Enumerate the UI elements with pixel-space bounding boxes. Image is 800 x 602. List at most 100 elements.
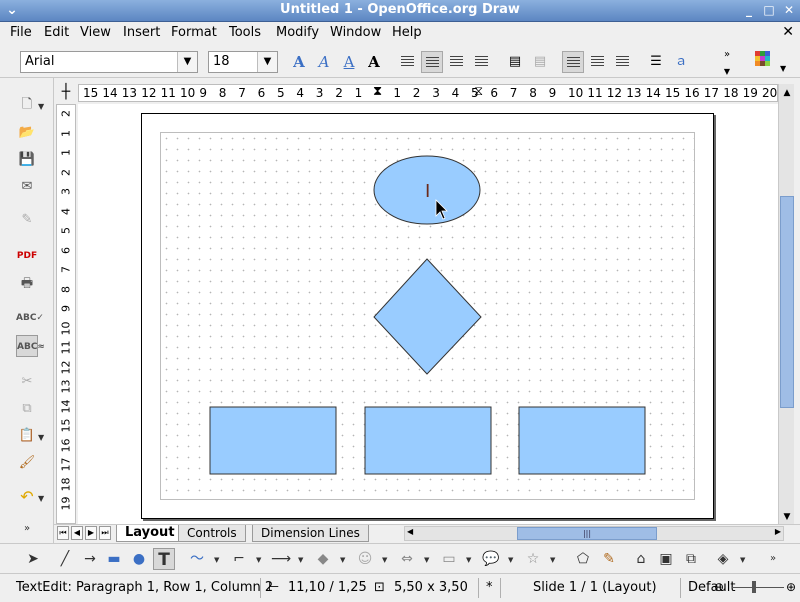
font-underline-icon[interactable]: A bbox=[338, 51, 360, 73]
menu-file[interactable]: File bbox=[10, 25, 32, 40]
format-paintbrush-icon[interactable]: 🖌 bbox=[16, 452, 38, 474]
undo-icon[interactable]: ↶ bbox=[16, 486, 38, 508]
glue-points-icon[interactable]: ✎ bbox=[598, 548, 620, 570]
toolbar-overflow-icon[interactable]: » bbox=[762, 548, 784, 570]
font-size-combo[interactable]: 18 ▼ bbox=[208, 51, 278, 73]
close-document-icon[interactable]: ✕ bbox=[782, 24, 794, 40]
menu-edit[interactable]: Edit bbox=[44, 25, 69, 40]
scroll-right-icon[interactable]: ▶ bbox=[775, 527, 781, 536]
color-palette-icon[interactable] bbox=[752, 51, 774, 73]
chevron-down-icon[interactable]: ▼ bbox=[257, 52, 277, 72]
ruler-corner-icon[interactable]: ┼ bbox=[56, 84, 76, 102]
block-arrows-icon[interactable]: ⇔ bbox=[396, 548, 418, 570]
save-icon[interactable]: 💾 bbox=[16, 149, 38, 171]
gallery-icon[interactable]: ⧉ bbox=[680, 548, 702, 570]
vertical-ruler[interactable]: 2 1 1 2 3 4 5 6 7 8 9 10 11 12 13 14 15 16 17 18 19 bbox=[56, 104, 76, 524]
new-document-icon[interactable]: 🗋 bbox=[16, 94, 38, 116]
line-arrow-icon[interactable]: → bbox=[79, 548, 101, 570]
spellcheck-icon[interactable]: ABC✓ bbox=[16, 307, 44, 329]
bullets-icon[interactable]: ☰ bbox=[645, 51, 667, 73]
basic-shapes-icon[interactable]: ◆ bbox=[312, 548, 334, 570]
zoom-slider-handle[interactable] bbox=[752, 581, 756, 593]
autospellcheck-icon[interactable]: ABC≈ bbox=[16, 335, 45, 357]
line-icon[interactable]: ╱ bbox=[54, 548, 76, 570]
toolbar-overflow-icon[interactable]: » bbox=[16, 518, 38, 540]
shapes-layer[interactable]: I bbox=[78, 104, 778, 524]
diamond-shape[interactable] bbox=[373, 258, 482, 375]
align-right-icon[interactable] bbox=[446, 51, 468, 73]
scrollbar-thumb[interactable]: ||| bbox=[517, 527, 657, 540]
text-tool-icon[interactable]: T bbox=[153, 548, 175, 570]
lines-arrows-icon[interactable]: ⟶ bbox=[270, 548, 292, 570]
email-icon[interactable]: ✉ bbox=[16, 176, 38, 198]
menu-window[interactable]: Window bbox=[330, 25, 381, 40]
prev-tab-icon[interactable]: ◀ bbox=[71, 526, 83, 540]
drawing-toolbar: ➤ ╱ → ▬ ● T 〜 ▼ ⌐ ▼ ⟶ ▼ ◆ ▼ ☺ ▼ ⇔ ▼ ▭ ▼ 💬 ▼ ☆ ▼ ⬠… bbox=[0, 543, 800, 573]
indent-marker-icon[interactable]: ⧖ bbox=[474, 84, 483, 99]
curve-icon[interactable]: 〜 bbox=[186, 548, 208, 570]
open-folder-icon[interactable]: 📂 bbox=[16, 122, 38, 144]
print-icon[interactable]: 🖶 bbox=[16, 273, 38, 295]
next-tab-icon[interactable]: ▶ bbox=[85, 526, 97, 540]
bottom-align-icon[interactable] bbox=[612, 51, 634, 73]
first-tab-icon[interactable]: ⏮ bbox=[57, 526, 69, 540]
close-button[interactable]: ✕ bbox=[780, 2, 798, 19]
maximize-button[interactable]: □ bbox=[760, 2, 778, 19]
paste-icon[interactable]: 📋 bbox=[16, 425, 38, 447]
symbol-shapes-icon[interactable]: ☺ bbox=[354, 548, 376, 570]
font-shadow-icon[interactable]: A bbox=[313, 51, 335, 73]
scroll-up-icon[interactable]: ▲ bbox=[779, 88, 795, 98]
drawing-canvas[interactable]: I bbox=[78, 104, 778, 524]
tab-dimension-lines[interactable]: Dimension Lines bbox=[252, 525, 369, 542]
menu-format[interactable]: Format bbox=[171, 25, 217, 40]
from-file-icon[interactable]: ▣ bbox=[655, 548, 677, 570]
menu-tools[interactable]: Tools bbox=[229, 25, 261, 40]
align-justify-icon[interactable] bbox=[471, 51, 493, 73]
tab-controls[interactable]: Controls bbox=[178, 525, 246, 542]
toolbar-dropdown-icon[interactable]: ▼ bbox=[716, 61, 738, 83]
align-center-icon[interactable] bbox=[421, 51, 443, 73]
rectangle-shape-left[interactable] bbox=[209, 406, 337, 475]
connector-icon[interactable]: ⌐ bbox=[228, 548, 250, 570]
chevron-down-icon[interactable]: ▼ bbox=[177, 52, 197, 72]
extrusion-icon[interactable]: ◈ bbox=[712, 548, 734, 570]
font-outline-icon[interactable]: A bbox=[288, 51, 310, 73]
position-icon: ⊢ bbox=[268, 580, 280, 595]
zoom-out-icon[interactable]: ⊖ bbox=[714, 580, 724, 594]
tab-layout[interactable]: Layout bbox=[116, 525, 184, 542]
select-arrow-icon[interactable]: ➤ bbox=[22, 548, 44, 570]
export-pdf-icon[interactable]: PDF bbox=[16, 245, 38, 267]
horizontal-scrollbar[interactable]: ◀ ||| ▶ bbox=[404, 526, 784, 541]
menu-view[interactable]: View bbox=[80, 25, 111, 40]
font-color-icon[interactable]: A bbox=[363, 51, 385, 73]
ellipse-icon[interactable]: ● bbox=[128, 548, 150, 570]
last-tab-icon[interactable]: ⏭ bbox=[99, 526, 111, 540]
points-icon[interactable]: ⬠ bbox=[572, 548, 594, 570]
zoom-in-icon[interactable]: ⊕ bbox=[786, 580, 796, 594]
fontwork-icon[interactable]: ⌂ bbox=[630, 548, 652, 570]
scrollbar-thumb[interactable] bbox=[780, 196, 794, 408]
horizontal-ruler[interactable]: 15 14 13 12 11 10 9 8 7 6 5 4 3 2 1 1 2 3 4 5 6 7 8 9 10 11 12 13 14… bbox=[78, 84, 778, 102]
rectangle-shape-middle[interactable] bbox=[364, 406, 492, 475]
callouts-icon[interactable]: 💬 bbox=[480, 548, 502, 570]
line-spacing-icon[interactable]: ▤ bbox=[504, 51, 526, 73]
scroll-left-icon[interactable]: ◀ bbox=[407, 527, 413, 536]
minimize-button[interactable]: _ bbox=[740, 2, 758, 19]
menu-insert[interactable]: Insert bbox=[123, 25, 160, 40]
palette-dropdown-icon[interactable]: ▼ bbox=[780, 64, 786, 73]
character-icon[interactable]: ａ bbox=[670, 51, 692, 73]
center-vertical-icon[interactable] bbox=[587, 51, 609, 73]
flowchart-icon[interactable]: ▭ bbox=[438, 548, 460, 570]
align-left-icon[interactable] bbox=[397, 51, 419, 73]
indent-marker-icon[interactable]: ⧗ bbox=[373, 84, 382, 99]
menu-modify[interactable]: Modify bbox=[276, 25, 319, 40]
stars-icon[interactable]: ☆ bbox=[522, 548, 544, 570]
rectangle-shape-right[interactable] bbox=[518, 406, 646, 475]
font-name-combo[interactable]: Arial ▼ bbox=[20, 51, 198, 73]
top-align-icon[interactable] bbox=[562, 51, 584, 73]
scroll-down-icon[interactable]: ▼ bbox=[779, 512, 795, 522]
zoom-slider-track[interactable] bbox=[732, 587, 784, 588]
vertical-scrollbar[interactable]: ▲ ▼ bbox=[778, 84, 794, 524]
menu-help[interactable]: Help bbox=[392, 25, 422, 40]
rectangle-icon[interactable]: ▬ bbox=[103, 548, 125, 570]
